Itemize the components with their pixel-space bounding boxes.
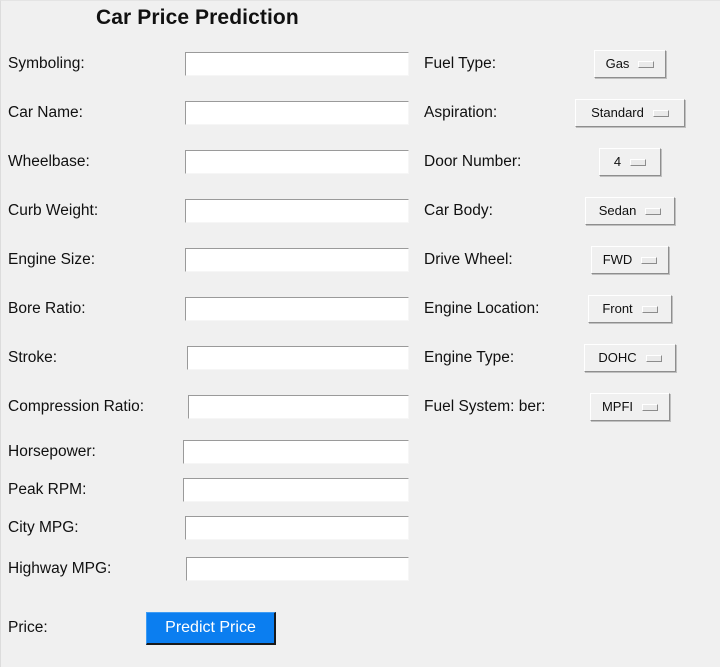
dropdown-indicator-icon xyxy=(645,207,662,215)
car-price-prediction-window: Car Price Prediction Symboling: Car Name:… xyxy=(0,0,720,667)
dropdown-drive-wheel[interactable]: FWD xyxy=(591,246,669,274)
label-engine-type: Engine Type: xyxy=(424,349,515,366)
input-engine-size[interactable] xyxy=(185,248,409,272)
input-peak-rpm[interactable] xyxy=(183,478,409,502)
label-bore-ratio: Bore Ratio: xyxy=(8,300,86,317)
dropdown-car-body-value: Sedan xyxy=(598,203,637,218)
label-symboling: Symboling: xyxy=(8,55,85,72)
dropdown-indicator-icon xyxy=(645,354,662,362)
dropdown-indicator-icon xyxy=(630,158,647,166)
label-fuel-system: Fuel System: ber: xyxy=(424,398,546,415)
dropdown-door-number[interactable]: 4 xyxy=(599,148,661,176)
dropdown-engine-type-value: DOHC xyxy=(598,350,637,365)
dropdown-aspiration-value: Standard xyxy=(591,105,644,120)
dropdown-indicator-icon xyxy=(638,60,655,68)
dropdown-fuel-type-value: Gas xyxy=(605,56,630,71)
predict-price-button[interactable]: Predict Price xyxy=(146,612,276,645)
dropdown-car-body[interactable]: Sedan xyxy=(585,197,675,225)
label-aspiration: Aspiration: xyxy=(424,104,498,121)
label-engine-size: Engine Size: xyxy=(8,251,96,268)
dropdown-aspiration[interactable]: Standard xyxy=(575,99,685,127)
dropdown-engine-location[interactable]: Front xyxy=(588,295,672,323)
dropdown-door-number-value: 4 xyxy=(613,154,622,169)
input-curb-weight[interactable] xyxy=(185,199,409,223)
label-car-name: Car Name: xyxy=(8,104,83,121)
label-curb-weight: Curb Weight: xyxy=(8,202,99,219)
label-wheelbase: Wheelbase: xyxy=(8,153,90,170)
input-car-name[interactable] xyxy=(185,101,409,125)
label-compression-ratio: Compression Ratio: xyxy=(8,398,145,415)
dropdown-indicator-icon xyxy=(641,256,658,264)
input-bore-ratio[interactable] xyxy=(185,297,409,321)
price-label: Price: xyxy=(8,619,48,636)
input-wheelbase[interactable] xyxy=(185,150,409,174)
label-horsepower: Horsepower: xyxy=(8,443,96,460)
label-peak-rpm: Peak RPM: xyxy=(8,481,87,498)
label-drive-wheel: Drive Wheel: xyxy=(424,251,513,268)
dropdown-indicator-icon xyxy=(642,403,659,411)
input-horsepower[interactable] xyxy=(183,440,409,464)
dropdown-fuel-type[interactable]: Gas xyxy=(594,50,666,78)
dropdown-fuel-system-value: MPFI xyxy=(601,399,634,414)
label-fuel-type: Fuel Type: xyxy=(424,55,497,72)
page-title: Car Price Prediction xyxy=(96,6,299,29)
input-compression-ratio[interactable] xyxy=(188,395,409,419)
dropdown-indicator-icon xyxy=(652,109,669,117)
input-highway-mpg[interactable] xyxy=(186,557,409,581)
label-car-body: Car Body: xyxy=(424,202,493,219)
dropdown-drive-wheel-value: FWD xyxy=(602,252,633,267)
dropdown-engine-type[interactable]: DOHC xyxy=(584,344,676,372)
input-symboling[interactable] xyxy=(185,52,409,76)
input-stroke[interactable] xyxy=(187,346,409,370)
label-stroke: Stroke: xyxy=(8,349,58,366)
label-highway-mpg: Highway MPG: xyxy=(8,560,112,577)
dropdown-engine-location-value: Front xyxy=(602,301,633,316)
dropdown-indicator-icon xyxy=(641,305,658,313)
label-engine-location: Engine Location: xyxy=(424,300,540,317)
label-city-mpg: City MPG: xyxy=(8,519,79,536)
input-city-mpg[interactable] xyxy=(185,516,409,540)
label-door-number: Door Number: xyxy=(424,153,522,170)
dropdown-fuel-system[interactable]: MPFI xyxy=(590,393,670,421)
